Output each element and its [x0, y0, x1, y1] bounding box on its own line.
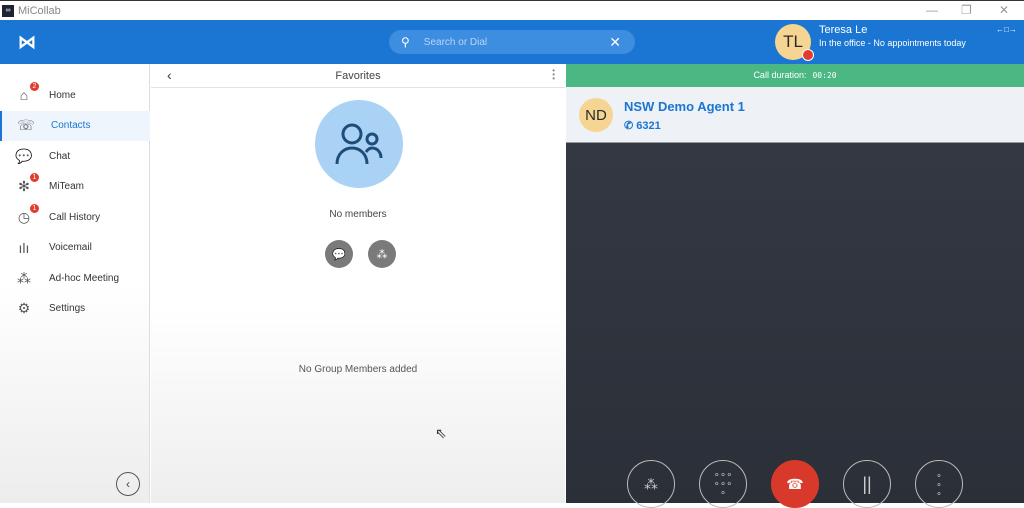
dialpad-button[interactable]: ∘∘∘ ∘∘∘ ∘	[699, 460, 747, 508]
mouse-cursor-icon: ⇖	[435, 425, 447, 441]
search-input[interactable]: ⚲ Search or Dial ✕	[389, 30, 635, 54]
miteam-icon: ✻ 1	[15, 173, 39, 195]
notification-badge: 1	[30, 173, 39, 182]
title-bar: ∞ MiCollab — ❐ ✕	[0, 0, 1024, 20]
sidebar-item-call-history[interactable]: ◷ 1 Call History	[0, 202, 150, 232]
sidebar-item-contacts[interactable]: ☏ Contacts	[0, 110, 150, 141]
sidebar-item-label: Chat	[49, 150, 71, 162]
sidebar-item-home[interactable]: ⌂ 2 Home	[0, 80, 150, 110]
clock-icon: ◷ 1	[15, 203, 39, 226]
restore-button[interactable]: ❐	[961, 3, 972, 17]
call-duration-label: Call duration:	[753, 70, 807, 80]
contact-number-text: 6321	[636, 120, 661, 132]
call-duration-bar: Call duration: 00:20	[566, 64, 1024, 87]
meeting-icon: ⁂	[17, 269, 31, 286]
call-panel: Call duration: 00:20 ND NSW Demo Agent 1 …	[566, 64, 1024, 508]
favorites-panel: ‹ Favorites • • • No members 💬 ⁂ No Group …	[151, 64, 565, 503]
sidebar-item-label: Voicemail	[49, 242, 92, 253]
sidebar: ‹ ⌂ 2 Home ☏ Contacts 💬 Chat ✻ 1 MiTeam ◷ 1 Call His…	[0, 64, 150, 503]
sidebar-item-ad-hoc-meeting[interactable]: ⁂ Ad-hoc Meeting	[0, 263, 150, 293]
sidebar-item-label: Ad-hoc Meeting	[49, 272, 120, 284]
group-chat-button[interactable]: 💬	[325, 240, 353, 268]
clear-search-button[interactable]: ✕	[609, 34, 621, 51]
end-call-button[interactable]: ☎	[771, 460, 819, 508]
minimize-button[interactable]: —	[926, 3, 938, 17]
sidebar-item-label: Contacts	[51, 120, 91, 131]
group-avatar-icon	[315, 100, 403, 188]
sidebar-item-miteam[interactable]: ✻ 1 MiTeam	[0, 172, 150, 202]
contacts-icon: ☏	[17, 117, 35, 133]
no-group-members-text: No Group Members added	[298, 364, 418, 375]
presence-indicator	[802, 49, 814, 61]
sidebar-item-label: Settings	[49, 303, 86, 314]
phone-icon: ✆	[624, 120, 637, 132]
notification-badge: 1	[30, 203, 39, 213]
chat-icon: 💬	[15, 147, 33, 164]
sidebar-item-voicemail[interactable]: ılı Voicemail	[0, 233, 150, 263]
sidebar-item-settings[interactable]: ⚙ Settings	[0, 294, 150, 324]
contact-number: ✆ 6321	[624, 119, 661, 132]
sidebar-item-chat[interactable]: 💬 Chat	[0, 141, 150, 171]
search-placeholder: Search or Dial	[423, 36, 488, 48]
search-icon: ⚲	[401, 35, 410, 49]
mitel-logo-icon: ⋈	[18, 32, 36, 52]
sidebar-item-label: Call History	[49, 211, 101, 223]
contact-card: ND NSW Demo Agent 1 ✆ 6321	[566, 87, 1024, 143]
no-members-text: No members	[329, 209, 387, 220]
more-options-icon[interactable]: • • •	[552, 67, 555, 83]
favorites-header: ‹ Favorites • • •	[151, 64, 565, 88]
call-duration-value: 00:20	[812, 71, 837, 80]
conference-button[interactable]: ⁂	[627, 460, 675, 508]
sidebar-item-label: Home	[49, 89, 76, 101]
contact-avatar: ND	[579, 98, 613, 132]
app-logo-icon: ∞	[2, 4, 14, 17]
voicemail-icon: ılı	[18, 239, 30, 256]
more-call-options-button[interactable]: ∘ ∘ ∘	[915, 460, 963, 508]
page-title: Favorites	[335, 70, 381, 82]
gear-icon: ⚙	[17, 300, 31, 316]
collapse-sidebar-button[interactable]: ‹	[116, 472, 140, 496]
window-title: MiCollab	[18, 4, 61, 17]
app-header: ⋈ ⚲ Search or Dial ✕ TL Teresa Le In the…	[0, 20, 1024, 64]
user-status[interactable]: In the office - No appointments today	[819, 38, 966, 48]
hold-button[interactable]: ||	[843, 460, 891, 508]
close-button[interactable]: ✕	[999, 3, 1009, 17]
window-mode-icon[interactable]: ←□→	[996, 25, 1017, 34]
home-icon: ⌂ 2	[15, 82, 39, 103]
user-name[interactable]: Teresa Le	[819, 24, 867, 36]
group-meeting-button[interactable]: ⁂	[368, 240, 396, 268]
notification-badge: 2	[30, 82, 39, 91]
sidebar-item-label: MiTeam	[49, 181, 85, 192]
contact-name[interactable]: NSW Demo Agent 1	[624, 99, 745, 114]
